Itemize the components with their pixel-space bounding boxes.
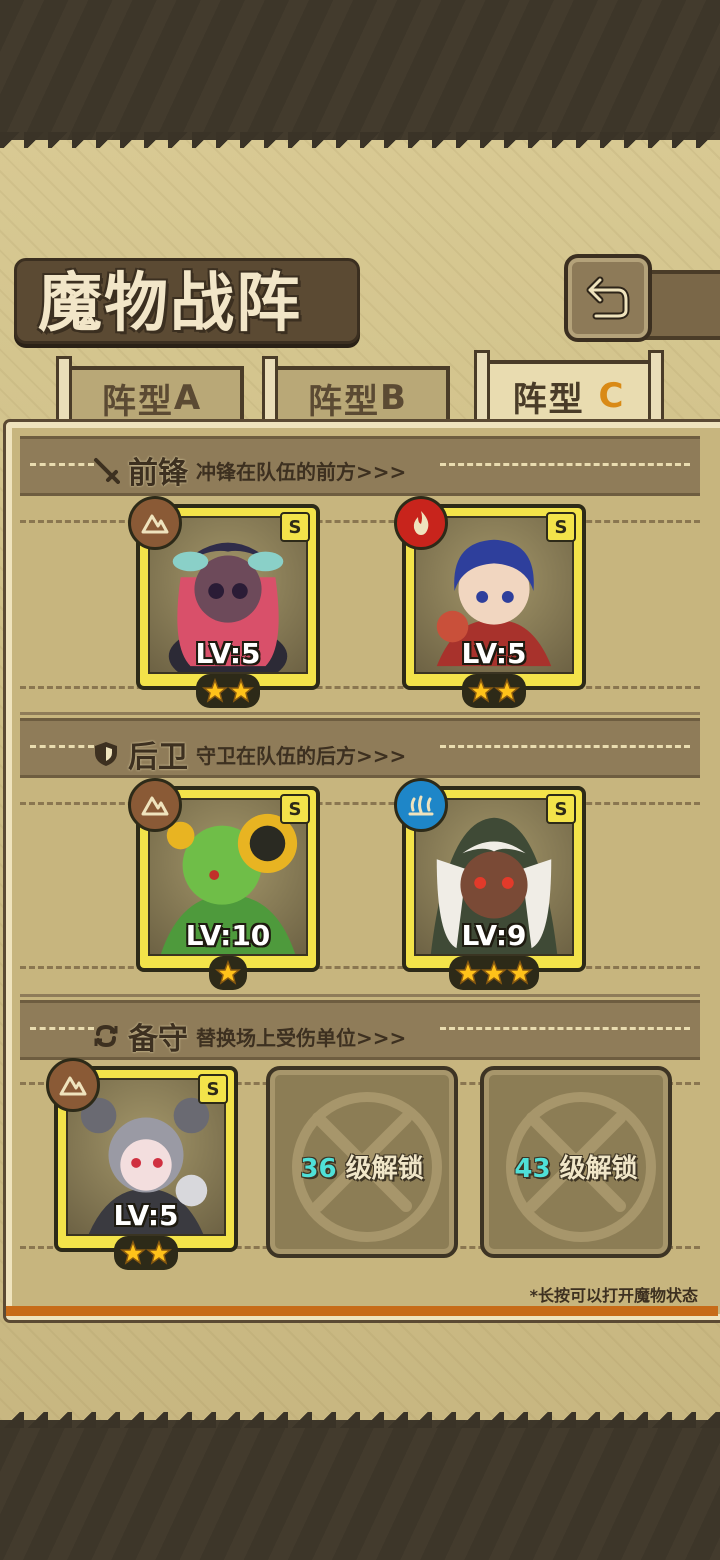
level-label: LV:5 bbox=[461, 637, 527, 670]
level-label: LV:10 bbox=[185, 919, 271, 952]
section-name: 前锋 bbox=[128, 456, 188, 491]
section-desc: 守卫在队伍的后方>>> bbox=[196, 743, 407, 768]
rank-badge: S bbox=[546, 794, 576, 824]
level-label: LV:9 bbox=[461, 919, 527, 952]
earth-element-icon bbox=[46, 1058, 100, 1112]
star-icon bbox=[146, 1240, 172, 1265]
tab-label: 阵型 bbox=[308, 381, 381, 422]
star-rating bbox=[209, 956, 247, 990]
unlock-text: 级解锁 bbox=[345, 1154, 424, 1184]
unlock-level: 36 bbox=[300, 1154, 337, 1184]
tab-formation-c[interactable]: 阵型 C bbox=[474, 350, 664, 428]
unlock-text: 级解锁 bbox=[559, 1154, 638, 1184]
sword-icon bbox=[94, 458, 120, 484]
earth-element-icon bbox=[128, 778, 182, 832]
back-button[interactable] bbox=[564, 254, 652, 342]
tab-letter: C bbox=[598, 376, 626, 416]
earth-element-icon bbox=[128, 496, 182, 550]
back-arrow-icon bbox=[586, 276, 630, 320]
unlock-requirement: 36 级解锁 bbox=[270, 1148, 454, 1185]
tab-post bbox=[262, 356, 278, 428]
section-name: 备守 bbox=[128, 1022, 188, 1057]
star-icon bbox=[481, 960, 507, 985]
divider bbox=[20, 686, 700, 689]
divider bbox=[20, 802, 700, 805]
unlock-level: 43 bbox=[514, 1154, 551, 1184]
star-icon bbox=[215, 960, 241, 985]
water-element-icon bbox=[394, 778, 448, 832]
background-top bbox=[0, 0, 720, 140]
background-bottom bbox=[0, 1420, 720, 1560]
star-rating bbox=[196, 674, 260, 708]
star-icon bbox=[120, 1240, 146, 1265]
divider bbox=[20, 994, 700, 997]
star-rating bbox=[462, 674, 526, 708]
rank-badge: S bbox=[198, 1074, 228, 1104]
monster-card-rear-2[interactable]: S LV:9 bbox=[394, 778, 586, 990]
reserve-section-header: 备守 替换场上受伤单位>>> bbox=[92, 1014, 406, 1058]
tab-label: 阵型 bbox=[512, 379, 585, 420]
shield-icon bbox=[95, 742, 117, 766]
divider bbox=[20, 520, 700, 523]
monster-card-front-1[interactable]: S LV:5 bbox=[128, 496, 320, 708]
locked-slot-2[interactable]: 43 级解锁 bbox=[480, 1066, 672, 1258]
monster-card-front-2[interactable]: S LV:5 bbox=[394, 496, 586, 708]
rear-section-header: 后卫 守卫在队伍的后方>>> bbox=[92, 732, 406, 776]
star-icon bbox=[494, 678, 520, 703]
rank-badge: S bbox=[546, 512, 576, 542]
swap-icon bbox=[94, 1024, 118, 1048]
long-press-hint: *长按可以打开魔物状态 bbox=[529, 1286, 698, 1305]
section-desc: 冲锋在队伍的前方>>> bbox=[196, 459, 407, 484]
divider bbox=[20, 712, 700, 715]
tab-label: 阵型 bbox=[101, 381, 174, 422]
star-icon bbox=[468, 678, 494, 703]
page-title: 魔物战阵 bbox=[38, 266, 302, 341]
rank-badge: S bbox=[280, 794, 310, 824]
fire-element-icon bbox=[394, 496, 448, 550]
star-icon bbox=[228, 678, 254, 703]
divider bbox=[20, 966, 700, 969]
level-label: LV:5 bbox=[195, 637, 261, 670]
unlock-requirement: 43 级解锁 bbox=[484, 1148, 668, 1185]
locked-slot-1[interactable]: 36 级解锁 bbox=[266, 1066, 458, 1258]
front-section-header: 前锋 冲锋在队伍的前方>>> bbox=[92, 448, 406, 492]
tab-post bbox=[648, 350, 664, 422]
torn-edge-bottom bbox=[0, 1412, 720, 1428]
star-icon bbox=[202, 678, 228, 703]
level-label: LV:5 bbox=[113, 1199, 179, 1232]
star-icon bbox=[455, 960, 481, 985]
torn-edge-top bbox=[0, 132, 720, 148]
star-rating bbox=[449, 956, 539, 990]
panel-bottom-edge bbox=[6, 1306, 718, 1316]
tab-letter: B bbox=[380, 378, 408, 418]
star-icon bbox=[507, 960, 533, 985]
monster-card-reserve-1[interactable]: S LV:5 bbox=[46, 1058, 238, 1270]
monster-card-rear-1[interactable]: S LV:10 bbox=[128, 778, 320, 990]
rank-badge: S bbox=[280, 512, 310, 542]
tab-formation-a[interactable]: 阵型 A bbox=[56, 356, 244, 428]
tab-letter: A bbox=[173, 378, 203, 418]
star-rating bbox=[114, 1236, 178, 1270]
tab-post bbox=[56, 356, 72, 428]
section-name: 后卫 bbox=[128, 740, 188, 775]
tab-formation-b[interactable]: 阵型 B bbox=[262, 356, 450, 428]
section-desc: 替换场上受伤单位>>> bbox=[196, 1025, 407, 1050]
tab-post bbox=[474, 350, 490, 422]
